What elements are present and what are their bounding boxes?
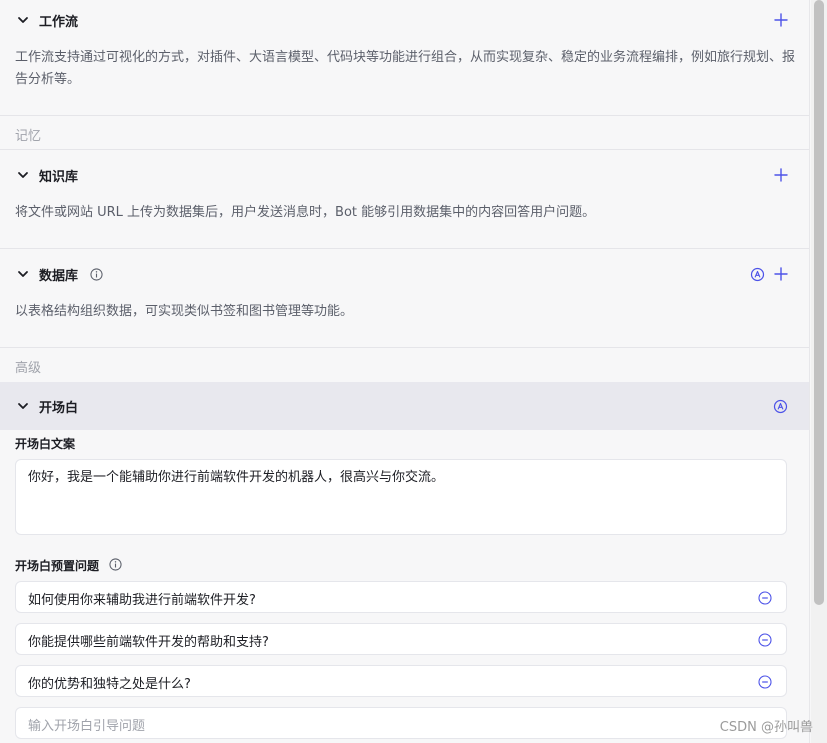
- workflow-section-header[interactable]: 工作流: [0, 0, 809, 40]
- minus-circle-icon[interactable]: [758, 632, 772, 647]
- chevron-down-icon[interactable]: [16, 399, 30, 413]
- vertical-scrollbar[interactable]: [811, 0, 827, 743]
- divider: [0, 149, 809, 150]
- advanced-group-label: 高级: [15, 361, 42, 376]
- knowledge-section-header[interactable]: 知识库: [0, 155, 809, 195]
- database-description: 以表格结构组织数据，可实现类似书签和图书管理等功能。: [15, 304, 354, 319]
- chevron-down-icon[interactable]: [16, 267, 30, 281]
- scrollbar-thumb[interactable]: [814, 0, 824, 605]
- opening-question-text[interactable]: 你能提供哪些前端软件开发的帮助和支持?: [28, 631, 269, 650]
- divider: [0, 347, 809, 348]
- opening-question-item[interactable]: 如何使用你来辅助我进行前端软件开发?: [15, 581, 787, 613]
- auto-a-icon[interactable]: [772, 398, 788, 414]
- chevron-down-icon[interactable]: [16, 168, 30, 182]
- add-knowledge-plus-icon[interactable]: [773, 167, 789, 183]
- opening-question-input[interactable]: 输入开场白引导问题: [15, 707, 787, 739]
- knowledge-description: 将文件或网站 URL 上传为数据集后，用户发送消息时，Bot 能够引用数据集中的…: [15, 205, 596, 220]
- minus-circle-icon[interactable]: [758, 590, 772, 605]
- database-section-header[interactable]: 数据库: [0, 254, 809, 294]
- opening-title: 开场白: [39, 401, 79, 416]
- divider: [0, 115, 809, 116]
- opening-question-text[interactable]: 你的优势和独特之处是什么?: [28, 673, 191, 692]
- divider: [0, 248, 809, 249]
- opening-text-textarea[interactable]: 你好，我是一个能辅助你进行前端软件开发的机器人，很高兴与你交流。: [15, 459, 787, 535]
- chevron-down-icon[interactable]: [16, 13, 30, 27]
- opening-question-input-placeholder[interactable]: 输入开场白引导问题: [28, 715, 145, 734]
- add-database-plus-icon[interactable]: [773, 266, 789, 282]
- minus-circle-icon[interactable]: [758, 674, 772, 689]
- opening-question-item[interactable]: 你的优势和独特之处是什么?: [15, 665, 787, 697]
- watermark: CSDN @孙叫兽: [719, 720, 813, 735]
- memory-group-label: 记忆: [15, 129, 42, 144]
- opening-questions-label: 开场白预置问题: [15, 559, 100, 573]
- database-title: 数据库: [39, 268, 79, 284]
- opening-question-item[interactable]: 你能提供哪些前端软件开发的帮助和支持?: [15, 623, 787, 655]
- opening-question-text[interactable]: 如何使用你来辅助我进行前端软件开发?: [28, 589, 256, 608]
- add-workflow-plus-icon[interactable]: [773, 12, 789, 28]
- opening-section-header[interactable]: 开场白: [0, 382, 809, 430]
- info-icon[interactable]: [89, 267, 103, 281]
- opening-text-label: 开场白文案: [15, 437, 76, 451]
- info-icon[interactable]: [108, 557, 122, 571]
- knowledge-title: 知识库: [39, 169, 79, 185]
- workflow-description: 工作流支持通过可视化的方式，对插件、大语言模型、代码块等功能进行组合，从而实现复…: [15, 50, 796, 87]
- auto-a-icon[interactable]: [749, 266, 765, 282]
- bot-config-panel: 工作流 工作流支持通过可视化的方式，对插件、大语言模型、代码块等功能进行组合，从…: [0, 0, 810, 743]
- workflow-title: 工作流: [39, 14, 79, 30]
